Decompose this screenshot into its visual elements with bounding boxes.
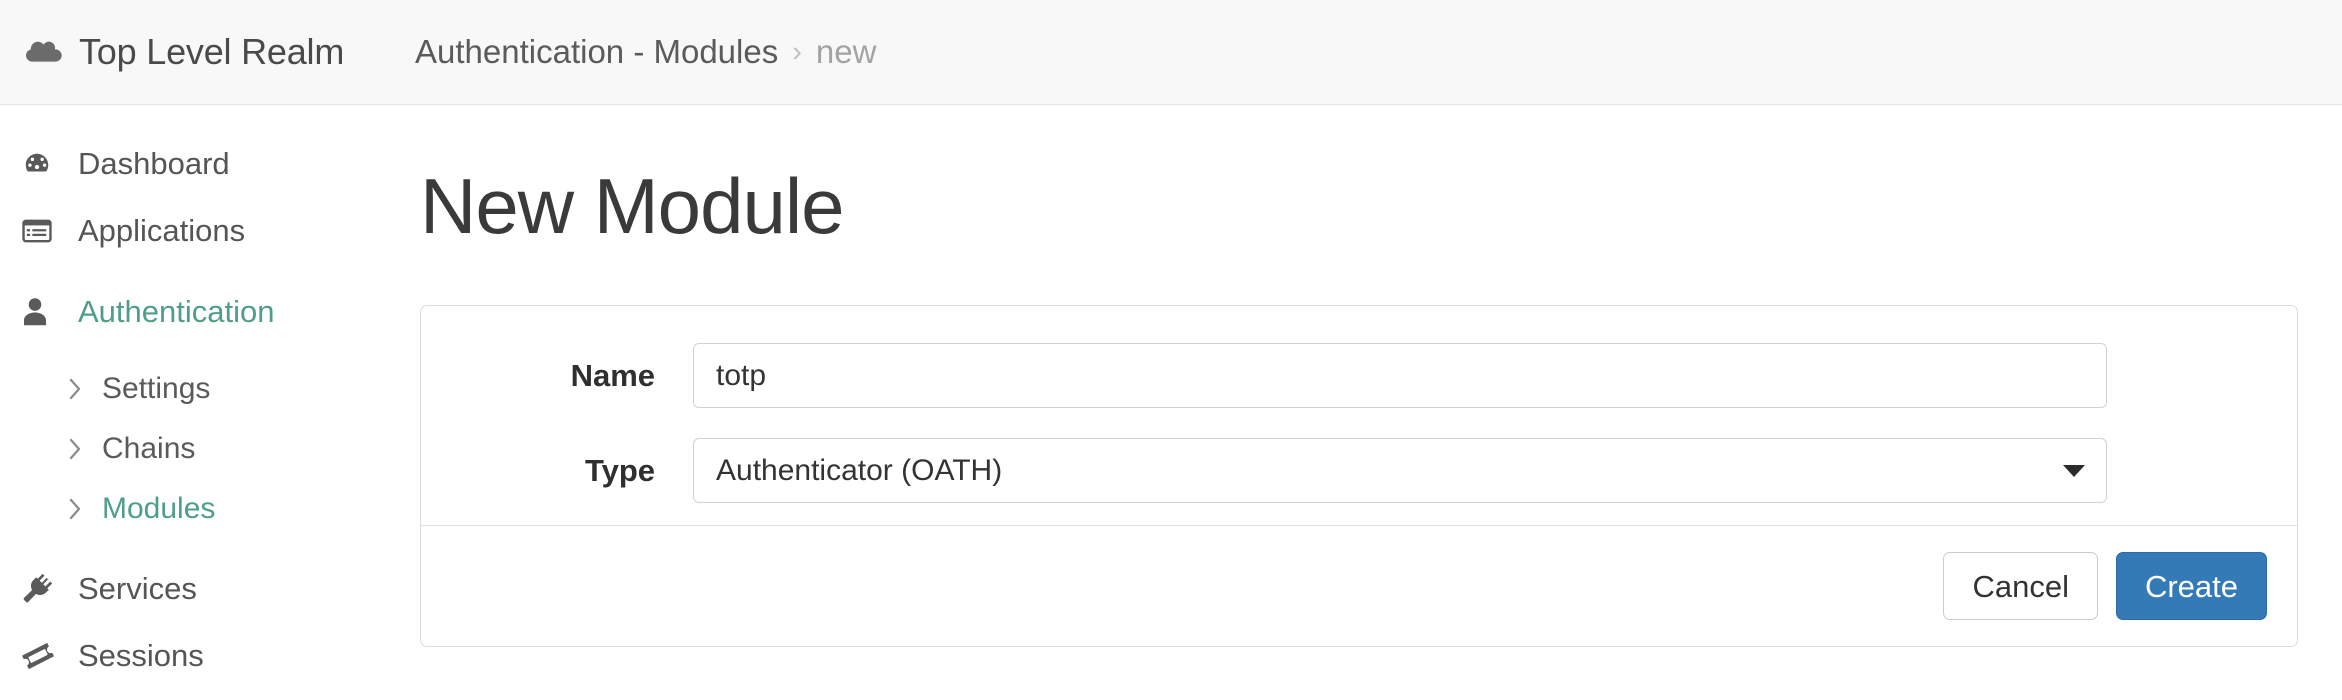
sidebar-item-label: Services [78, 570, 197, 606]
ticket-tag-icon [22, 642, 66, 670]
breadcrumb-separator-icon: › [792, 35, 802, 68]
sidebar-subitem-label: Modules [102, 492, 216, 525]
form-body: Name Type Authenticator (OATH) [421, 306, 2297, 525]
form-footer: Cancel Create [421, 525, 2297, 646]
name-input-wrapper [693, 343, 2297, 408]
realm-selector[interactable]: Top Level Realm [0, 31, 415, 73]
sidebar-navigation: Dashboard Applications Authentication Se… [0, 105, 420, 700]
name-input[interactable] [693, 343, 2107, 408]
sidebar-item-sessions[interactable]: Sessions [0, 622, 420, 689]
sidebar-item-dashboard[interactable]: Dashboard [0, 130, 420, 197]
name-field-label: Name [570, 357, 655, 393]
sidebar-subitem-label: Settings [102, 372, 211, 405]
breadcrumb-current: new [815, 33, 877, 70]
type-field-label: Type [584, 452, 655, 488]
sidebar-item-applications[interactable]: Applications [0, 197, 420, 264]
chevron-right-icon [68, 497, 102, 521]
form-row-name: Name [421, 343, 2297, 408]
type-select[interactable]: Authenticator (OATH) [693, 438, 2107, 503]
sidebar-subitem-label: Chains [102, 432, 196, 465]
cloud-icon [22, 35, 66, 69]
sidebar-subitem-modules[interactable]: Modules [0, 479, 420, 539]
new-module-form-panel: Name Type Authenticator (OATH) [420, 305, 2298, 647]
sidebar-item-authentication[interactable]: Authentication [0, 278, 420, 345]
top-header-bar: Top Level Realm Authentication - Modules… [0, 0, 2342, 105]
chevron-right-icon [68, 437, 102, 461]
sidebar-item-services[interactable]: Services [0, 555, 420, 622]
page-title: New Module [420, 162, 845, 250]
chevron-right-icon [68, 377, 102, 401]
sidebar-subitem-chains[interactable]: Chains [0, 419, 420, 479]
breadcrumb-parent[interactable]: Authentication - Modules [415, 33, 778, 71]
sidebar-item-label: Dashboard [78, 145, 230, 181]
type-select-value: Authenticator (OATH) [716, 453, 1003, 487]
cancel-button[interactable]: Cancel [1943, 552, 2098, 620]
sidebar-item-label: Sessions [78, 637, 204, 673]
sidebar-item-label: Applications [78, 212, 246, 248]
create-button[interactable]: Create [2115, 552, 2267, 620]
main-content: New Module Name Type Authenticator (OATH… [420, 105, 2342, 700]
user-person-icon [22, 297, 66, 326]
applications-list-icon [22, 218, 66, 244]
sidebar-item-label: Authentication [78, 293, 275, 329]
plug-icon [22, 573, 66, 604]
type-select-wrapper: Authenticator (OATH) [693, 438, 2297, 503]
sidebar-subitem-settings[interactable]: Settings [0, 359, 420, 419]
breadcrumb: Authentication - Modules › new [415, 33, 876, 71]
dashboard-gauge-icon [22, 149, 66, 179]
form-row-type: Type Authenticator (OATH) [421, 438, 2297, 503]
realm-title: Top Level Realm [79, 31, 345, 72]
